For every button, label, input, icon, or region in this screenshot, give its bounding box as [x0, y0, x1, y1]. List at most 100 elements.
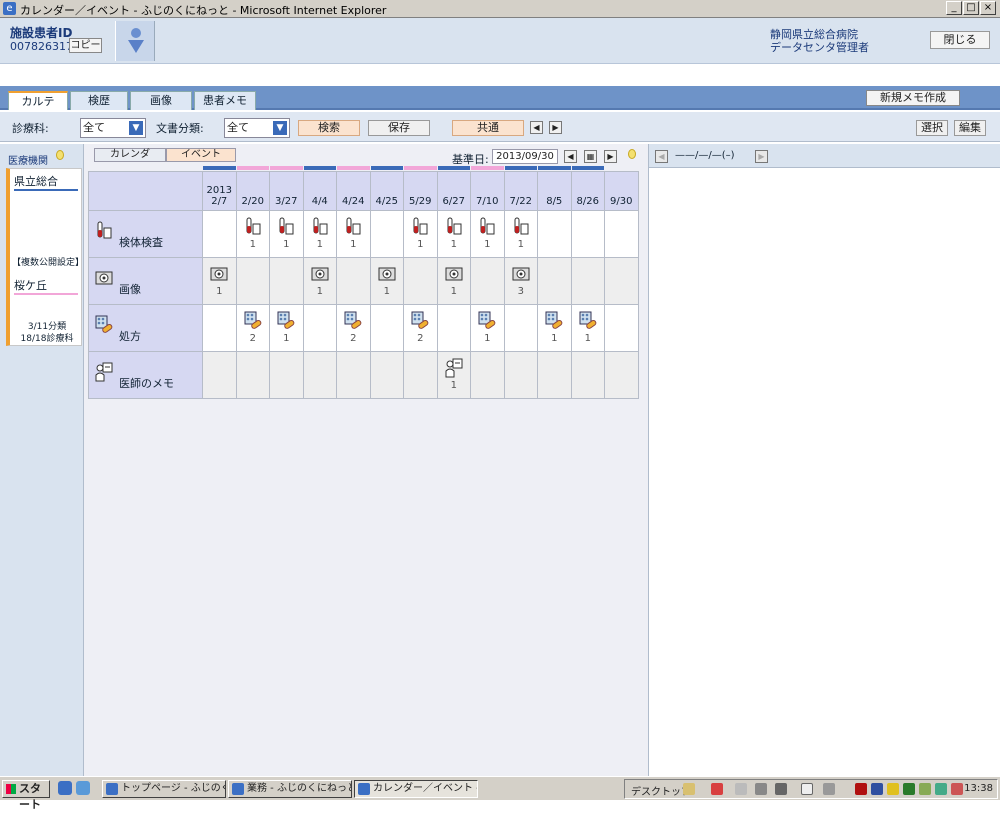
chevron-down-icon[interactable]: ▼ [129, 121, 143, 135]
doctor-memo-icon[interactable] [445, 358, 463, 378]
edit-button[interactable]: 編集 [954, 120, 986, 136]
institution-item-sakuragaoka[interactable]: 桜ケ丘 [14, 277, 47, 293]
next-arrow-icon[interactable]: ▶ [755, 150, 768, 163]
ime-tool-icon[interactable] [775, 783, 787, 795]
date-column-header[interactable]: 3/27 [269, 166, 304, 211]
date-column-header[interactable]: 7/22 [503, 166, 538, 211]
institution-item-kenritsu[interactable]: 県立総合 [14, 173, 58, 189]
ime-mode-icon[interactable] [755, 783, 767, 795]
event-cell[interactable]: 1 [302, 210, 337, 258]
event-cell[interactable]: 1 [470, 210, 505, 258]
date-column-header[interactable]: 7/10 [470, 166, 505, 211]
date-column-header[interactable]: 5/29 [403, 166, 438, 211]
tab-patient-memo[interactable]: 患者メモ [194, 91, 256, 110]
test-tube-icon[interactable] [445, 217, 463, 237]
next-arrow-icon[interactable]: ▶ [604, 150, 617, 163]
date-column-header[interactable]: 6/27 [436, 166, 471, 211]
tray-app-icon[interactable] [935, 783, 947, 795]
prescription-pill-icon[interactable] [411, 311, 429, 331]
image-scan-icon[interactable] [311, 264, 329, 284]
event-cell[interactable]: 2 [336, 304, 371, 352]
test-tube-icon[interactable] [478, 217, 496, 237]
tab-kenreki[interactable]: 検歴 [70, 91, 128, 110]
test-tube-icon[interactable] [512, 217, 530, 237]
test-tube-icon[interactable] [311, 217, 329, 237]
event-cell[interactable]: 1 [403, 210, 438, 258]
prescription-pill-icon[interactable] [277, 311, 295, 331]
event-cell[interactable]: 1 [336, 210, 371, 258]
tray-app-icon[interactable] [919, 783, 931, 795]
folder-icon[interactable] [683, 783, 695, 795]
save-button[interactable]: 保存 [368, 120, 430, 136]
taskbar-item-calendar[interactable]: カレンダー／イベント - ... [354, 780, 478, 798]
prescription-pill-icon[interactable] [244, 311, 262, 331]
event-cell[interactable]: 1 [436, 257, 471, 305]
test-tube-icon[interactable] [244, 217, 262, 237]
chevron-down-icon[interactable]: ▼ [273, 121, 287, 135]
warning-icon[interactable] [887, 783, 899, 795]
event-mode-button[interactable]: イベント [166, 148, 236, 162]
event-cell[interactable]: 1 [369, 257, 404, 305]
event-cell[interactable]: 1 [235, 210, 270, 258]
security-icon[interactable] [855, 783, 867, 795]
event-cell[interactable]: 3 [503, 257, 538, 305]
ie-quicklaunch-icon[interactable] [58, 781, 72, 795]
event-cell[interactable]: 1 [570, 304, 605, 352]
close-button[interactable]: 閉じる [930, 31, 990, 49]
prescription-pill-icon[interactable] [478, 311, 496, 331]
date-column-header[interactable]: 4/24 [336, 166, 371, 211]
event-cell[interactable]: 2 [235, 304, 270, 352]
base-date-input[interactable]: 2013/09/30 [492, 149, 558, 164]
tray-app-icon[interactable] [903, 783, 915, 795]
image-scan-icon[interactable] [445, 264, 463, 284]
prescription-pill-icon[interactable] [344, 311, 362, 331]
lightbulb-icon[interactable] [56, 150, 64, 160]
ime-icon[interactable] [735, 783, 747, 795]
copy-button[interactable]: コピー [69, 38, 102, 53]
maximize-button[interactable]: □ [963, 1, 979, 15]
start-button[interactable]: スタート [2, 780, 50, 811]
desktop-label[interactable]: デスクトップ [631, 783, 691, 798]
date-column-header[interactable]: 8/26 [570, 166, 605, 211]
test-tube-icon[interactable] [344, 217, 362, 237]
event-cell[interactable]: 1 [269, 304, 304, 352]
event-cell[interactable]: 1 [302, 257, 337, 305]
taskbar-item-business[interactable]: 業務 - ふじのくにねっと - ... [228, 780, 352, 798]
help-icon[interactable] [801, 783, 813, 795]
taskbar-item-top[interactable]: トップページ - ふじのくにね... [102, 780, 226, 798]
event-cell[interactable]: 1 [436, 351, 471, 399]
prev-arrow-icon[interactable]: ◀ [655, 150, 668, 163]
date-column-header[interactable]: 9/30 [604, 171, 639, 211]
desktop-quicklaunch-icon[interactable] [76, 781, 90, 795]
prev-arrow-icon[interactable]: ◀ [530, 121, 543, 134]
new-memo-button[interactable]: 新規メモ作成 [866, 90, 960, 106]
event-cell[interactable]: 1 [269, 210, 304, 258]
date-column-header[interactable]: 2013 2/7 [202, 166, 237, 211]
prev-arrow-icon[interactable]: ◀ [564, 150, 577, 163]
next-arrow-icon[interactable]: ▶ [549, 121, 562, 134]
event-cell[interactable]: 1 [503, 210, 538, 258]
event-cell[interactable]: 1 [436, 210, 471, 258]
date-column-header[interactable]: 8/5 [537, 166, 572, 211]
image-scan-icon[interactable] [210, 264, 228, 284]
image-scan-icon[interactable] [512, 264, 530, 284]
lightbulb-icon[interactable] [628, 149, 636, 159]
network-icon[interactable] [871, 783, 883, 795]
event-cell[interactable]: 1 [202, 257, 237, 305]
event-cell[interactable]: 1 [470, 304, 505, 352]
calendar-icon[interactable]: ▦ [584, 150, 597, 163]
app-tray-icon[interactable] [711, 783, 723, 795]
test-tube-icon[interactable] [277, 217, 295, 237]
department-select[interactable]: 全て ▼ [80, 118, 146, 138]
event-cell[interactable]: 1 [537, 304, 572, 352]
close-window-button[interactable]: × [980, 1, 996, 15]
multi-public-setting[interactable]: 【複数公開設定】 [12, 255, 84, 268]
volume-icon[interactable] [951, 783, 963, 795]
date-column-header[interactable]: 4/4 [302, 166, 337, 211]
select-button[interactable]: 選択 [916, 120, 948, 136]
minimize-button[interactable]: _ [946, 1, 962, 15]
event-cell[interactable]: 2 [403, 304, 438, 352]
prescription-pill-icon[interactable] [579, 311, 597, 331]
doc-class-select[interactable]: 全て ▼ [224, 118, 290, 138]
common-button[interactable]: 共通 [452, 120, 524, 136]
